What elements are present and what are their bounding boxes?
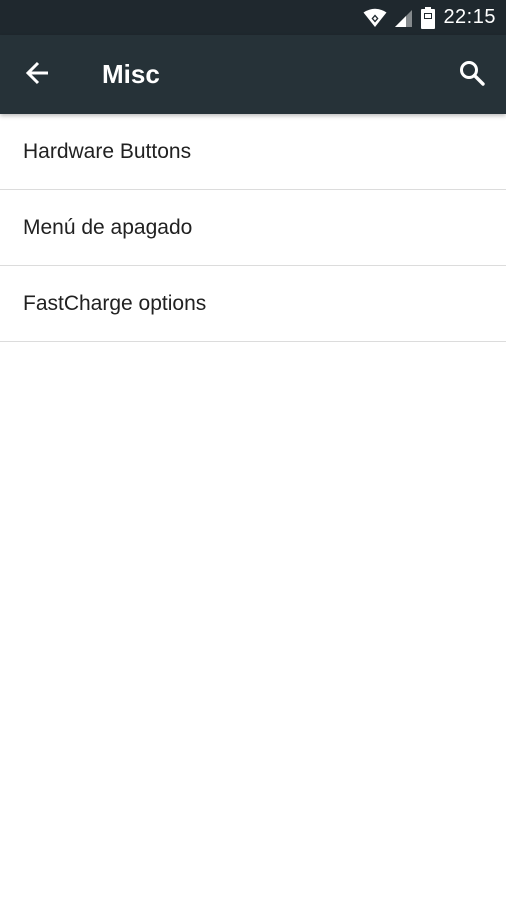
clock: 22:15 bbox=[443, 6, 496, 28]
search-icon bbox=[458, 59, 486, 92]
app-bar: Misc bbox=[0, 35, 506, 114]
list-item-label: FastCharge options bbox=[23, 291, 207, 315]
settings-list: Hardware Buttons Menú de apagado FastCha… bbox=[0, 114, 506, 342]
page-title: Misc bbox=[102, 59, 160, 89]
wifi-icon bbox=[363, 8, 387, 28]
arrow-back-icon bbox=[25, 60, 51, 91]
status-bar: 22:15 bbox=[0, 0, 506, 35]
back-button[interactable] bbox=[22, 59, 54, 91]
list-item-power-menu[interactable]: Menú de apagado bbox=[0, 190, 506, 266]
battery-icon bbox=[421, 6, 436, 29]
list-item-label: Menú de apagado bbox=[23, 215, 193, 239]
search-button[interactable] bbox=[456, 59, 488, 91]
list-item-hardware-buttons[interactable]: Hardware Buttons bbox=[0, 114, 506, 190]
list-item-fastcharge-options[interactable]: FastCharge options bbox=[0, 266, 506, 342]
status-icons: 22:15 bbox=[363, 0, 496, 35]
signal-icon bbox=[393, 8, 413, 28]
list-item-label: Hardware Buttons bbox=[23, 139, 192, 163]
